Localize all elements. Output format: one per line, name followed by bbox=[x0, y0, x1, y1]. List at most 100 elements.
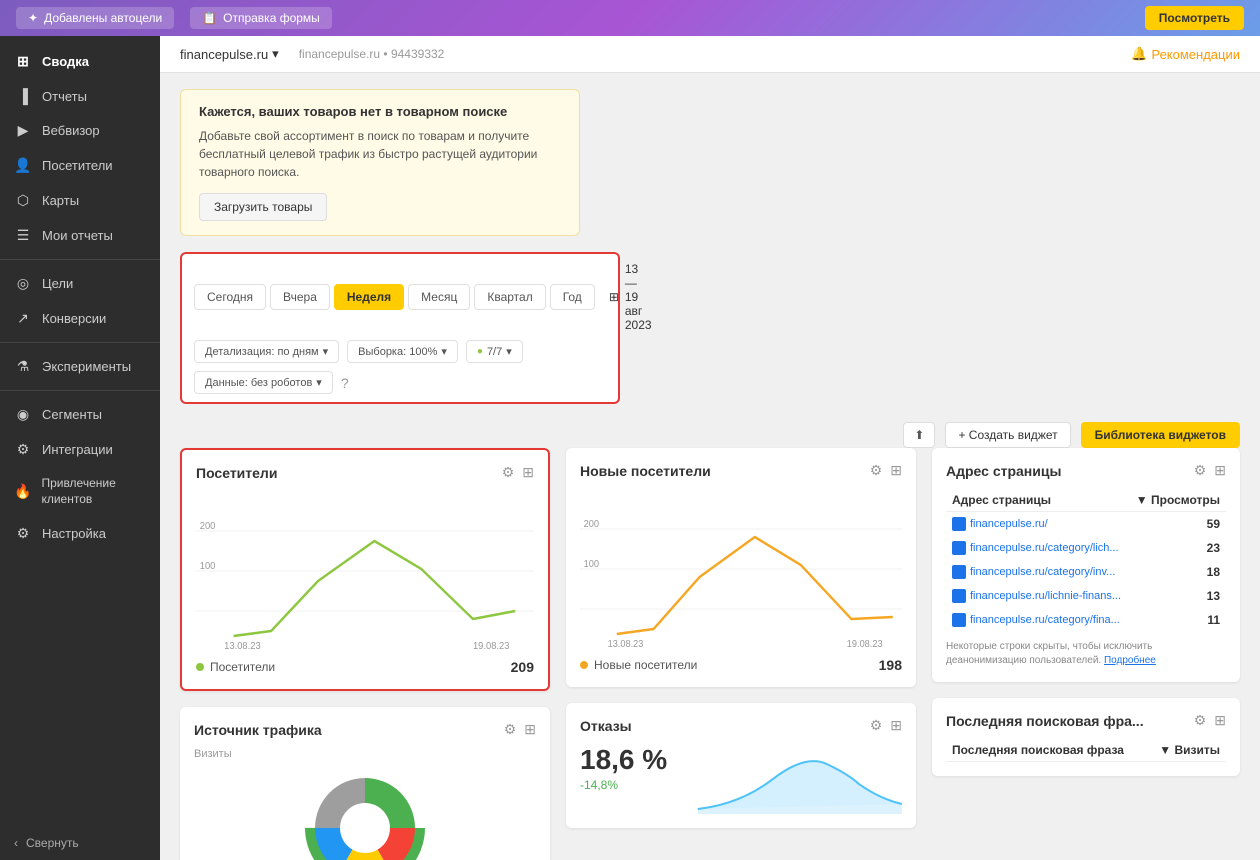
top-controls: ⬆ + Создать виджет Библиотека виджетов bbox=[160, 412, 1260, 448]
tab-month[interactable]: Месяц bbox=[408, 284, 470, 310]
export-button[interactable]: ⬆ bbox=[903, 422, 935, 448]
header-right: 🔔 Рекомендации bbox=[1131, 46, 1240, 62]
chevron-down-icon: ▾ bbox=[316, 376, 322, 389]
filter-segments[interactable]: ● 7/7 ▾ bbox=[466, 340, 523, 363]
visitors-value: 209 bbox=[511, 659, 534, 675]
page-icon bbox=[952, 613, 966, 627]
addr-link[interactable]: financepulse.ru/category/inv... bbox=[970, 566, 1115, 578]
sidebar-item-posetiteli[interactable]: 👤 Посетители bbox=[0, 148, 160, 183]
form-icon: 📋 bbox=[202, 11, 217, 25]
views-cell: 59 bbox=[1129, 512, 1226, 537]
page-icon bbox=[952, 589, 966, 603]
bounces-value: 18,6 % bbox=[580, 744, 667, 776]
tab-quarter[interactable]: Квартал bbox=[474, 284, 545, 310]
divider-1 bbox=[0, 259, 160, 260]
bounces-widget: Отказы ⚙ ⊞ 18,6 % -14,8% bbox=[566, 703, 916, 828]
experiment-icon: ⚗ bbox=[14, 358, 32, 375]
new-visitors-title: Новые посетители bbox=[580, 463, 711, 479]
addr-link[interactable]: financepulse.ru/category/fina... bbox=[970, 614, 1120, 626]
settings-addr-icon[interactable]: ⚙ bbox=[1194, 462, 1207, 479]
views-cell: 13 bbox=[1129, 584, 1226, 608]
new-visitors-chart: 200 100 13.08.23 19.08.23 bbox=[580, 489, 902, 649]
addr-link[interactable]: financepulse.ru/category/lich... bbox=[970, 542, 1119, 554]
visitors-widget-header: Посетители ⚙ ⊞ bbox=[196, 464, 534, 481]
addr-link[interactable]: financepulse.ru/ bbox=[970, 518, 1048, 530]
visitors-widget: Посетители ⚙ ⊞ 200 bbox=[180, 448, 550, 691]
settings-bounce-icon[interactable]: ⚙ bbox=[870, 717, 883, 734]
autoceli-button[interactable]: ✦ Добавлены автоцели bbox=[16, 7, 174, 29]
load-goods-button[interactable]: Загрузить товары bbox=[199, 193, 327, 221]
grid-nv-icon[interactable]: ⊞ bbox=[890, 462, 902, 479]
recommendations-button[interactable]: 🔔 Рекомендации bbox=[1131, 46, 1240, 62]
page-icon bbox=[952, 565, 966, 579]
visitors-legend-dot bbox=[196, 663, 204, 671]
visits-col-header: ▼ Визиты bbox=[1147, 739, 1226, 762]
last-search-table: Последняя поисковая фраза ▼ Визиты bbox=[946, 739, 1226, 762]
dot-icon: ● bbox=[477, 346, 483, 357]
addr-link[interactable]: financepulse.ru/lichnie-finans... bbox=[970, 590, 1121, 602]
report-icon: ☰ bbox=[14, 227, 32, 244]
sidebar-item-privlechenie[interactable]: 🔥 Привлечение клиентов bbox=[0, 467, 160, 516]
site-selector[interactable]: financepulse.ru ▾ bbox=[180, 46, 279, 62]
filter-robots[interactable]: Данные: без роботов ▾ bbox=[194, 371, 333, 394]
filter-sample[interactable]: Выборка: 100% ▾ bbox=[347, 340, 458, 363]
chevron-down-icon: ▾ bbox=[272, 46, 279, 62]
filter-row: Детализация: по дням ▾ Выборка: 100% ▾ ●… bbox=[194, 340, 606, 394]
views-cell: 11 bbox=[1129, 608, 1226, 632]
traffic-icons: ⚙ ⊞ bbox=[504, 721, 536, 738]
sidebar-item-svodka[interactable]: ⊞ Сводка bbox=[0, 44, 160, 79]
sidebar-item-eksperimenty[interactable]: ⚗ Эксперименты bbox=[0, 349, 160, 384]
tab-yesterday[interactable]: Вчера bbox=[270, 284, 330, 310]
hidden-rows-link[interactable]: Подробнее bbox=[1104, 655, 1156, 666]
divider-2 bbox=[0, 342, 160, 343]
create-widget-button[interactable]: + Создать виджет bbox=[945, 422, 1070, 448]
widgets-area: Посетители ⚙ ⊞ 200 bbox=[160, 448, 1260, 860]
date-tabs: Сегодня Вчера Неделя Месяц Квартал Год ⊞… bbox=[194, 262, 606, 332]
tab-week[interactable]: Неделя bbox=[334, 284, 404, 310]
sidebar-item-vebvizor[interactable]: ▶ Вебвизор bbox=[0, 113, 160, 148]
tab-today[interactable]: Сегодня bbox=[194, 284, 266, 310]
sidebar-item-nastrojka[interactable]: ⚙ Настройка bbox=[0, 516, 160, 551]
controls-bar: Сегодня Вчера Неделя Месяц Квартал Год ⊞… bbox=[180, 252, 620, 404]
grid-widget-icon[interactable]: ⊞ bbox=[522, 464, 534, 481]
widgets-column-center: Новые посетители ⚙ ⊞ 200 100 bbox=[566, 448, 916, 860]
settings-widget-icon[interactable]: ⚙ bbox=[502, 464, 515, 481]
chevron-down-icon: ▾ bbox=[323, 345, 329, 358]
form-send-button[interactable]: 📋 Отправка формы bbox=[190, 7, 332, 29]
integration-icon: ⚙ bbox=[14, 441, 32, 458]
settings-traffic-icon[interactable]: ⚙ bbox=[504, 721, 517, 738]
sidebar-item-tseli[interactable]: ◎ Цели bbox=[0, 266, 160, 301]
grid-traffic-icon[interactable]: ⊞ bbox=[524, 721, 536, 738]
collapse-button[interactable]: ‹ Свернуть bbox=[0, 826, 160, 860]
filter-detail[interactable]: Детализация: по дням ▾ bbox=[194, 340, 339, 363]
library-button[interactable]: Библиотека виджетов bbox=[1081, 422, 1240, 448]
settings-ls-icon[interactable]: ⚙ bbox=[1194, 712, 1207, 729]
sidebar-item-konversii[interactable]: ↗ Конверсии bbox=[0, 301, 160, 336]
addr-cell: financepulse.ru/category/lich... bbox=[946, 536, 1129, 560]
sidebar-item-integratsii[interactable]: ⚙ Интеграции bbox=[0, 432, 160, 467]
sidebar-item-otchety[interactable]: ▐ Отчеты bbox=[0, 79, 160, 113]
sidebar: ⊞ Сводка ▐ Отчеты ▶ Вебвизор 👤 Посетител… bbox=[0, 36, 160, 860]
table-row: financepulse.ru/lichnie-finans... 13 bbox=[946, 584, 1226, 608]
info-icon: ? bbox=[341, 375, 349, 391]
date-range: ⊞ 13 — 19 авг 2023 bbox=[609, 262, 652, 332]
sidebar-item-segmenty[interactable]: ◉ Сегменты bbox=[0, 397, 160, 432]
addr-cell: financepulse.ru/ bbox=[946, 512, 1129, 537]
visitors-footer: Посетители 209 bbox=[196, 659, 534, 675]
settings-nv-icon[interactable]: ⚙ bbox=[870, 462, 883, 479]
sidebar-item-karty[interactable]: ⬡ Карты bbox=[0, 183, 160, 218]
addr-cell: financepulse.ru/category/fina... bbox=[946, 608, 1129, 632]
bounces-title: Отказы bbox=[580, 718, 632, 734]
tab-year[interactable]: Год bbox=[550, 284, 595, 310]
top-banner-cta: Посмотреть bbox=[1145, 6, 1244, 30]
segment-icon: ◉ bbox=[14, 406, 32, 423]
grid-ls-icon[interactable]: ⊞ bbox=[1214, 712, 1226, 729]
export-icon: ⬆ bbox=[914, 428, 924, 442]
sidebar-item-moi-otchety[interactable]: ☰ Мои отчеты bbox=[0, 218, 160, 253]
grid-addr-icon[interactable]: ⊞ bbox=[1214, 462, 1226, 479]
visitors-legend: Посетители bbox=[196, 660, 275, 674]
grid-bounce-icon[interactable]: ⊞ bbox=[890, 717, 902, 734]
last-search-widget: Последняя поисковая фра... ⚙ ⊞ Последняя… bbox=[932, 698, 1240, 776]
view-button[interactable]: Посмотреть bbox=[1145, 6, 1244, 30]
svg-text:13.08.23: 13.08.23 bbox=[224, 641, 261, 651]
